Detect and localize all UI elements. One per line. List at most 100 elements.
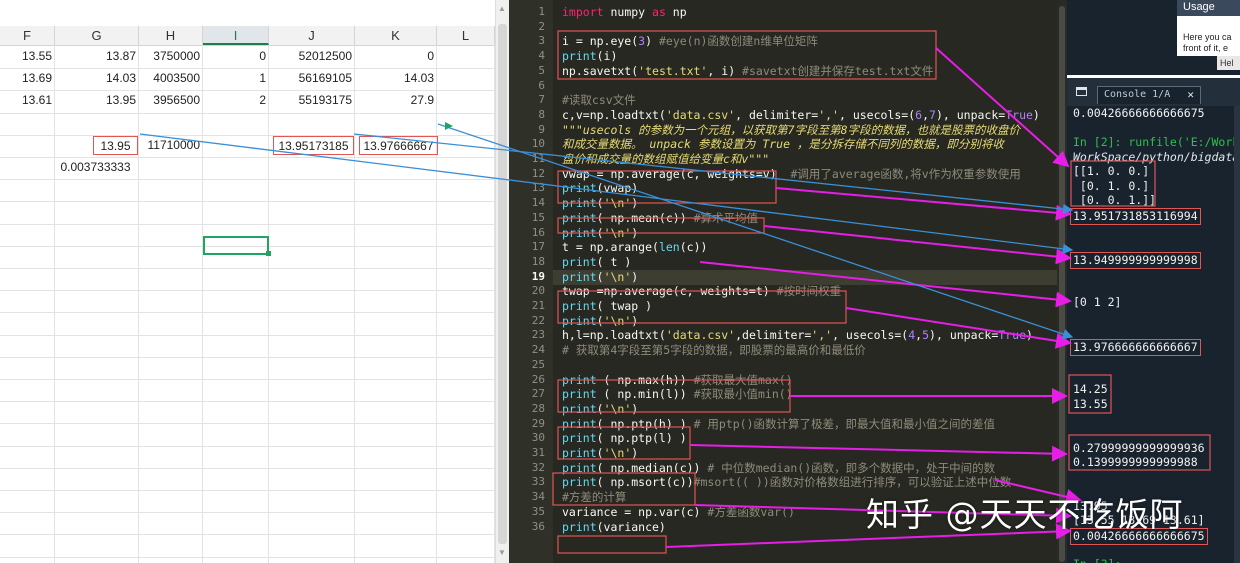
line-number: 24 [531, 343, 545, 357]
sheet-cell[interactable]: 0 [203, 47, 269, 66]
code-line[interactable]: h,l=np.loadtxt('data.csv',delimiter=',',… [562, 328, 1033, 343]
code-line[interactable]: twap =np.average(c, weights=t) #按时间权重 [562, 284, 841, 299]
usage-card-line: front of it, e [1183, 43, 1229, 53]
editor-scrollbar[interactable] [1057, 0, 1067, 563]
sheet-cell[interactable]: 4003500 [139, 69, 203, 88]
scroll-down-icon[interactable]: ▼ [498, 548, 506, 557]
sheet-cell[interactable]: 13.69 [0, 69, 55, 88]
code-line[interactable]: t = np.arange(len(c)) [562, 240, 707, 255]
code-editor[interactable]: 1 2 3 4 5 6 7 8 9 10 11 12 13 14 15 16 17 18 19 20 21 22 23 24 2… [509, 0, 1067, 563]
sheet-cell[interactable]: 1 [203, 69, 269, 88]
code-line[interactable]: print( twap ) [562, 299, 652, 314]
line-number: 9 [538, 122, 545, 136]
code-line[interactable]: print( np.ptp(h) ) # 用ptp()函数计算了极差，即最大值和… [562, 417, 995, 432]
sheet-cell[interactable]: 0.003733333 [55, 158, 139, 177]
code-line[interactable]: 盘价和成交量的数组赋值给变量c和v""" [562, 152, 769, 167]
sheet-cell[interactable]: 14.03 [55, 69, 139, 88]
code-line[interactable]: i = np.eye(3) #eye(n)函数创建n维单位矩阵 [562, 34, 818, 49]
line-number: 6 [538, 78, 545, 92]
column-header-i[interactable]: I [203, 26, 269, 45]
code-line[interactable]: print( np.mean(c)) #算术平均值 [562, 211, 758, 226]
code-line[interactable]: print('\n') [562, 270, 638, 285]
code-line[interactable]: variance = np.var(c) #方差函数var() [562, 505, 795, 520]
grid-line [138, 45, 139, 563]
line-number: 12 [531, 166, 545, 180]
grid-line [0, 224, 500, 225]
sheet-scrollbar-thumb[interactable] [498, 24, 507, 544]
grid-line [0, 312, 500, 313]
usage-card-line: Here you ca [1183, 32, 1232, 42]
sheet-cell[interactable]: 11710000 [139, 136, 203, 155]
code-line[interactable]: print( np.median(c)) # 中位数median()函数，即多个… [562, 461, 995, 476]
help-pane: Usage Here you ca front of it, e Hel [1067, 0, 1240, 75]
line-number: 18 [531, 254, 545, 268]
sheet-cell[interactable]: 13.61 [0, 91, 55, 110]
code-line[interactable]: c,v=np.loadtxt('data.csv', delimiter=','… [562, 108, 1040, 123]
code-line[interactable]: import numpy as np [562, 5, 687, 20]
column-header-j[interactable]: J [269, 26, 355, 45]
column-header-h[interactable]: H [139, 26, 203, 45]
console-output-line: 13.976666666666667 [1070, 338, 1201, 356]
line-number: 31 [531, 446, 545, 459]
grid-line [0, 423, 500, 424]
help-button[interactable]: Hel [1217, 56, 1240, 70]
code-line[interactable]: #方差的计算 [562, 490, 626, 505]
code-line[interactable]: print(i) [562, 49, 617, 64]
line-number: 29 [531, 416, 545, 430]
code-line[interactable]: #读取csv文件 [562, 93, 636, 108]
grid-line [0, 534, 500, 535]
column-header-f[interactable]: F [0, 26, 55, 45]
code-line[interactable]: print( np.ptp(l) ) [562, 431, 687, 446]
line-number: 32 [531, 460, 545, 474]
sheet-cell[interactable]: 0 [355, 47, 437, 66]
sheet-cell[interactable]: 52012500 [269, 47, 355, 66]
code-line[interactable]: print('\n') [562, 402, 638, 417]
line-number: 28 [531, 401, 545, 415]
code-line[interactable]: 和成交量数据。 unpack 参数设置为 True ，是分拆存储不同列的数据，即… [562, 137, 1004, 152]
sheet-cell[interactable]: 14.03 [355, 69, 437, 88]
code-line[interactable]: print ( np.max(h)) #获取最大值max() [562, 373, 793, 388]
code-line[interactable]: # 获取第4字段至第5字段的数据，即股票的最高价和最低价 [562, 343, 866, 358]
code-line[interactable]: print ( np.min(l)) #获取最小值min() [562, 387, 793, 402]
sheet-cell[interactable]: 2 [203, 91, 269, 110]
code-line[interactable]: print('\n') [562, 314, 638, 329]
sheet-scrollbar[interactable]: ▲ ▼ [495, 0, 509, 563]
sheet-cell[interactable]: 13.87 [55, 47, 139, 66]
console-output-line: [0 1 2] [1073, 295, 1122, 310]
sheet-cell[interactable]: 56169105 [269, 69, 355, 88]
sheet-cell[interactable]: 27.9 [355, 91, 437, 110]
scroll-up-icon[interactable]: ▲ [498, 4, 506, 13]
close-icon[interactable]: ✕ [1187, 87, 1194, 103]
grid-line [0, 113, 500, 114]
sheet-cell[interactable]: 13.95 [93, 136, 138, 155]
code-line[interactable]: vwap = np.average(c, weights=v) #调用了aver… [562, 167, 1021, 182]
code-line[interactable]: print('\n') [562, 196, 638, 211]
column-header-l[interactable]: L [437, 26, 495, 45]
code-line[interactable]: np.savetxt('test.txt', i) #savetxt创建并保存t… [562, 64, 933, 79]
code-line[interactable]: """usecols 的参数为一个元组，以获取第7字段至第8字段的数据，也就是股… [562, 123, 1020, 138]
sheet-cell[interactable]: 13.97666667 [359, 136, 438, 155]
console-icon[interactable] [1076, 87, 1087, 96]
line-number: 20 [531, 284, 545, 298]
sheet-cell[interactable]: 3956500 [139, 91, 203, 110]
sheet-cell[interactable]: 55193175 [269, 91, 355, 110]
column-header-k[interactable]: K [355, 26, 437, 45]
console-output-line: [0. 0. 1.]] [1073, 193, 1157, 208]
editor-scrollbar-thumb[interactable] [1059, 6, 1065, 562]
sheet-cell[interactable]: 13.55 [0, 47, 55, 66]
fill-handle[interactable] [266, 251, 271, 256]
sheet-cell[interactable]: 13.95173185 [273, 136, 354, 155]
line-number: 23 [531, 328, 545, 342]
sheet-cell[interactable]: 13.95 [55, 91, 139, 110]
console-scrollbar[interactable] [1234, 106, 1240, 563]
line-number-gutter: 1 2 3 4 5 6 7 8 9 10 11 12 13 14 15 16 17 18 19 20 21 22 23 24 2… [509, 0, 553, 563]
code-line[interactable]: print('\n') [562, 226, 638, 241]
column-header-g[interactable]: G [55, 26, 139, 45]
code-line[interactable]: print(vwap) [562, 181, 638, 196]
code-line[interactable]: print('\n') [562, 446, 638, 461]
code-line[interactable]: print(variance) [562, 520, 666, 535]
code-line[interactable]: print( t ) [562, 255, 631, 270]
console-tab[interactable]: Console 1/A ✕ [1097, 86, 1201, 104]
sheet-cell[interactable]: 3750000 [139, 47, 203, 66]
selected-cell[interactable] [203, 236, 269, 255]
